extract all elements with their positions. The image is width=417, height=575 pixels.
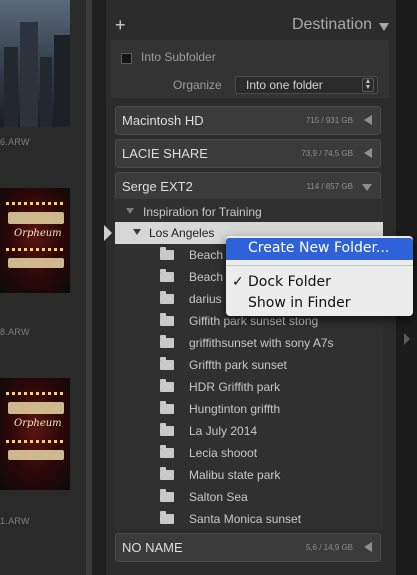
collapse-icon[interactable] <box>362 184 372 191</box>
volume-serge-ext2[interactable]: Serge EXT2 114 / 857 GB <box>115 172 381 201</box>
tree-item-label: griffithsunset with sony A7s <box>189 336 334 350</box>
volume-size: 73,9 / 74,5 GB <box>301 149 353 158</box>
folder-icon <box>160 423 174 436</box>
menu-item-label: Dock Folder <box>248 274 331 290</box>
folder-icon <box>160 511 174 524</box>
file-name: 8.ARW <box>0 327 30 337</box>
thumbnail[interactable] <box>0 0 70 127</box>
organize-label: Organize <box>173 78 222 92</box>
tree-item-label: Lecia shooot <box>189 446 258 460</box>
collapse-panel-icon[interactable] <box>379 23 389 31</box>
organize-value: Into one folder <box>246 78 323 92</box>
filmstrip: 6.ARW Orpheum 8.ARW Orpheum 1.ARW <box>0 0 92 575</box>
volume-macintosh-hd[interactable]: Macintosh HD 715 / 931 GB <box>115 106 381 135</box>
folder-icon <box>160 269 174 282</box>
volume-name: NO NAME <box>122 540 183 555</box>
folder-icon <box>160 379 174 392</box>
panel-header[interactable]: + Destination <box>106 10 396 40</box>
file-name: 1.ARW <box>0 516 30 526</box>
expand-icon[interactable] <box>364 115 372 125</box>
tree-item-label: Beach <box>189 248 224 262</box>
menu-item-label: Show in Finder <box>248 295 351 311</box>
tree-item-folder[interactable]: Hungtinton griffth <box>115 398 383 420</box>
add-icon[interactable]: + <box>115 15 126 36</box>
volume-name: Serge EXT2 <box>122 179 193 194</box>
volume-size: 5,6 / 14,9 GB <box>305 543 353 552</box>
tree-item-label: La July 2014 <box>189 424 258 438</box>
menu-item-label: Create New Folder... <box>248 240 390 256</box>
tree-item-folder[interactable]: HDR Griffith park <box>115 376 383 398</box>
menu-item-dock-folder[interactable]: ✓ Dock Folder <box>226 272 413 294</box>
tree-item-label: Inspiration for Training <box>143 205 262 219</box>
folder-icon <box>160 247 174 260</box>
menu-separator <box>226 265 413 266</box>
thumbnail[interactable]: Orpheum <box>0 188 70 293</box>
tree-item-label: Los Angeles <box>149 226 215 240</box>
tree-item-label: Santa Monica sunset <box>189 512 302 526</box>
select-arrows-icon: ▲ ▼ <box>362 78 374 92</box>
tree-item-label: Malibu state park <box>189 468 281 482</box>
filmstrip-divider[interactable] <box>86 0 92 575</box>
tree-item-folder[interactable]: Salton Sea <box>115 486 383 508</box>
tree-item-label: HDR Griffith park <box>189 380 281 394</box>
expand-icon[interactable] <box>364 542 372 552</box>
folder-icon <box>160 401 174 414</box>
menu-item-create-new-folder[interactable]: Create New Folder... <box>226 238 413 260</box>
into-subfolder-label: Into Subfolder <box>141 50 216 64</box>
menu-item-show-in-finder[interactable]: Show in Finder <box>226 293 413 315</box>
selection-arrow-icon <box>104 225 112 241</box>
disclosure-icon[interactable] <box>133 229 141 235</box>
volume-name: Macintosh HD <box>122 113 204 128</box>
panel-title: Destination <box>291 16 372 33</box>
volume-size: 715 / 931 GB <box>305 116 353 125</box>
organize-select[interactable]: Into one folder ▲ ▼ <box>235 76 378 94</box>
subfolder-settings: Into Subfolder Organize Into one folder … <box>111 40 389 98</box>
tree-item-label: Giffith park sunset stong <box>189 314 319 328</box>
tree-item-label: darius <box>189 292 222 306</box>
tree-item-folder[interactable]: griffithsunset with sony A7s <box>115 332 383 354</box>
tree-item-label: Beach <box>189 270 224 284</box>
expand-icon[interactable] <box>364 148 372 158</box>
folder-icon <box>160 445 174 458</box>
tree-item-inspiration-for-training[interactable]: Inspiration for Training <box>115 201 383 223</box>
tree-item-folder[interactable]: La July 2014 <box>115 420 383 442</box>
disclosure-icon[interactable] <box>126 208 134 214</box>
tree-item-label: Hungtinton griffth <box>189 402 281 416</box>
collapse-right-panel-icon[interactable] <box>404 333 410 345</box>
volume-lacie-share[interactable]: LACIE SHARE 73,9 / 74,5 GB <box>115 139 381 168</box>
folder-icon <box>160 313 174 326</box>
tree-item-folder[interactable]: Lecia shooot <box>115 442 383 464</box>
volume-size: 114 / 857 GB <box>306 182 353 191</box>
tree-item-label: Griffth park sunset <box>189 358 287 372</box>
thumbnail[interactable]: Orpheum <box>0 378 70 490</box>
file-name: 6.ARW <box>0 137 30 147</box>
folder-icon <box>160 467 174 480</box>
folder-icon <box>160 335 174 348</box>
tree-item-folder[interactable]: Griffth park sunset <box>115 354 383 376</box>
into-subfolder-checkbox[interactable] <box>121 53 132 64</box>
tree-item-folder[interactable]: Malibu state park <box>115 464 383 486</box>
folder-icon <box>160 291 174 304</box>
context-menu: Create New Folder... ✓ Dock Folder Show … <box>226 236 413 316</box>
folder-icon <box>160 489 174 502</box>
volume-name: LACIE SHARE <box>122 146 208 161</box>
checkmark-icon: ✓ <box>232 274 244 290</box>
tree-item-label: Salton Sea <box>189 490 248 504</box>
folder-icon <box>160 357 174 370</box>
tree-item-folder[interactable]: Santa Monica sunset <box>115 508 383 530</box>
volume-no-name[interactable]: NO NAME 5,6 / 14,9 GB <box>115 533 381 562</box>
